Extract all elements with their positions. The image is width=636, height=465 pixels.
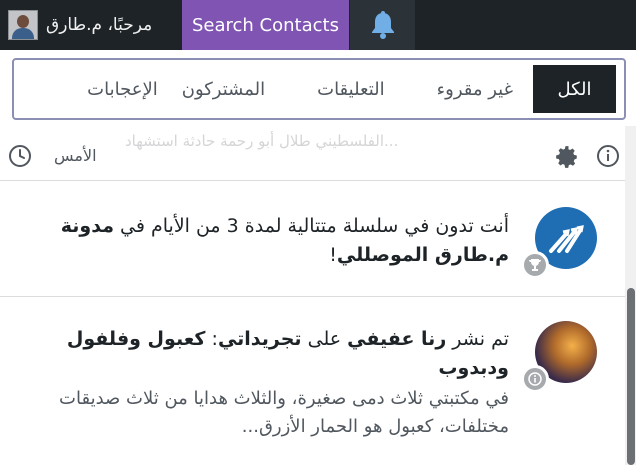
clock-icon[interactable] xyxy=(8,144,32,168)
notification-item-streak[interactable]: أنت تدون في سلسلة متتالية لمدة 3 من الأي… xyxy=(0,181,625,297)
date-label: الأمس xyxy=(54,146,97,165)
info-icon[interactable] xyxy=(596,144,620,168)
post-excerpt: في مكتبتي ثلاث دمى صغيرة، والثلاث هدايا … xyxy=(59,388,509,437)
tab-likes[interactable]: الإعجابات xyxy=(75,65,170,113)
notification-text: أنت تدون في سلسلة متتالية لمدة 3 من الأي… xyxy=(60,215,509,266)
scrollbar-thumb[interactable] xyxy=(627,288,635,465)
tab-unread[interactable]: غير مقروء xyxy=(425,65,525,113)
streak-arrows-icon xyxy=(549,225,584,253)
notifications-button[interactable] xyxy=(350,0,415,50)
gear-icon[interactable] xyxy=(554,144,580,170)
notification-item-new-post[interactable]: تم نشر رنا عفيفي على تجريداتي: كعبول وفل… xyxy=(0,297,625,465)
date-separator-row: ...الفلسطيني طلال أبو رحمة حادثة استشهاد… xyxy=(0,126,625,181)
avatar xyxy=(8,10,38,40)
site-link[interactable]: تجريداتي xyxy=(218,328,302,350)
admin-bar: مرحبًا، م.طارق Search Contacts xyxy=(0,0,636,50)
tab-subscribers[interactable]: المشتركون xyxy=(170,65,277,113)
my-account[interactable]: مرحبًا، م.طارق xyxy=(8,0,178,50)
search-contacts-button[interactable]: Search Contacts xyxy=(182,0,349,50)
notification-filter-tabs: الكل غير مقروء التعليقات المشتركون الإعج… xyxy=(12,58,626,120)
author-link[interactable]: رنا عفيفي xyxy=(347,328,446,350)
bell-icon xyxy=(371,11,394,39)
notification-text: تم نشر رنا عفيفي على تجريداتي: كعبول وفل… xyxy=(39,325,509,441)
greeting-text: مرحبًا، م.طارق xyxy=(46,15,153,35)
tab-comments[interactable]: التعليقات xyxy=(305,65,397,113)
info-icon xyxy=(521,365,549,393)
trophy-icon xyxy=(521,251,549,279)
previous-item-excerpt: ...الفلسطيني طلال أبو رحمة حادثة استشهاد xyxy=(125,132,399,150)
tab-all[interactable]: الكل xyxy=(533,65,616,113)
